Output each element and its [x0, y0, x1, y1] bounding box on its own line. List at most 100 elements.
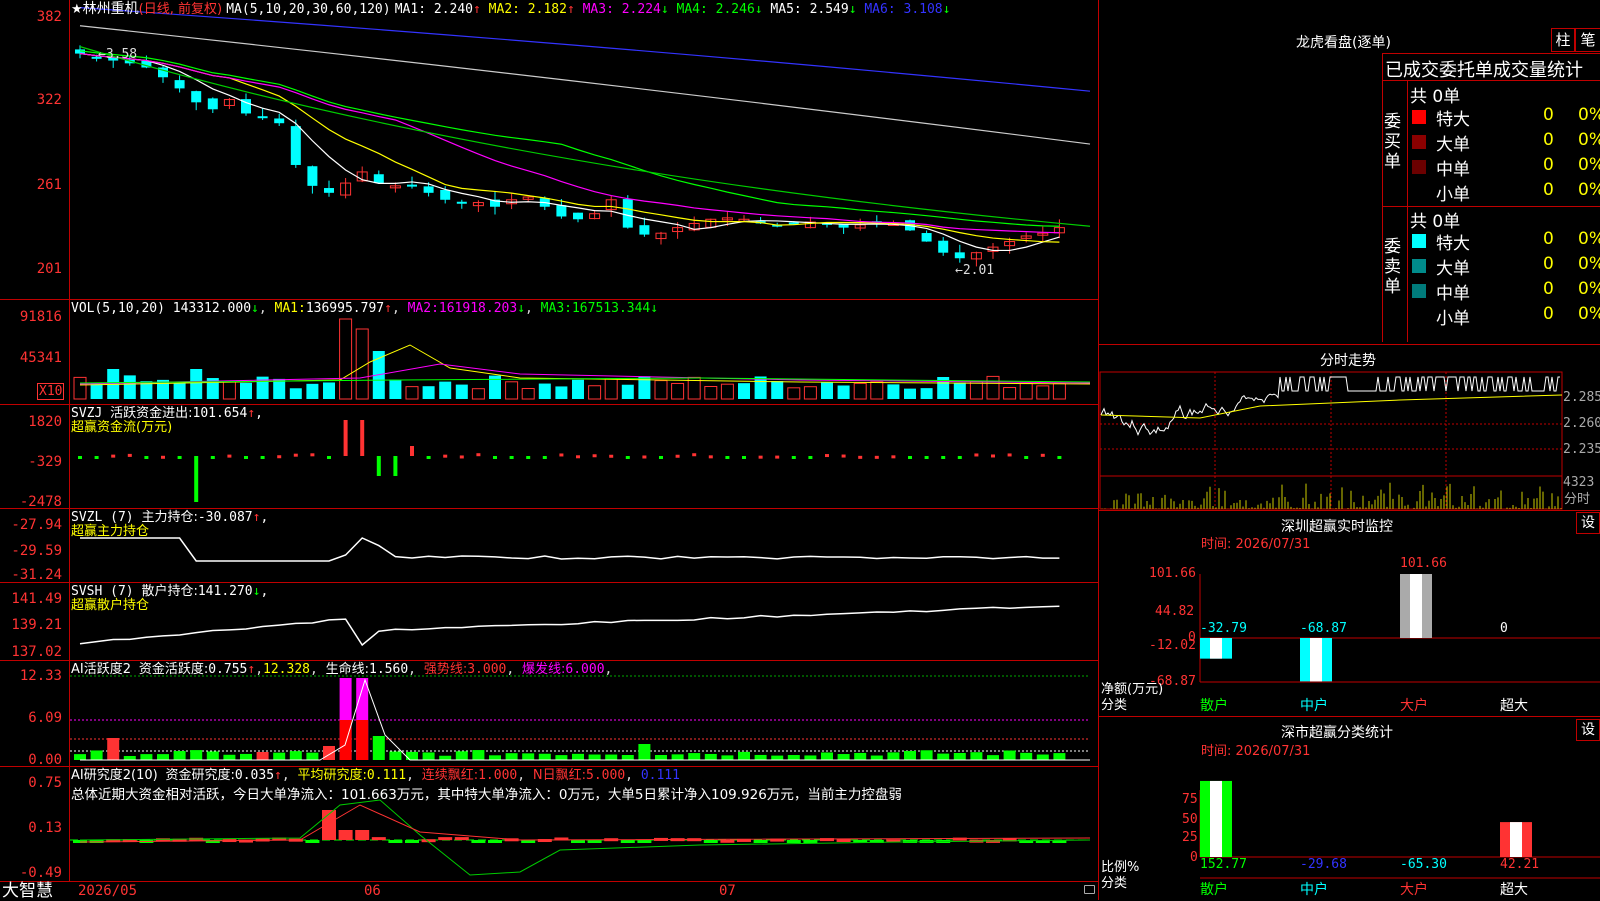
active-bar: [1036, 754, 1049, 760]
kline-chart[interactable]: [0, 0, 1098, 900]
research-bar: [571, 840, 585, 843]
active-bar: [837, 754, 850, 760]
active-bar: [588, 754, 601, 760]
svsh-axis-top: 141.49: [11, 591, 62, 607]
active-bar: [1003, 750, 1016, 760]
volume-bar: [738, 383, 750, 399]
sz-monitor-settings-button[interactable]: 设: [1576, 512, 1600, 534]
order-count: 0: [1543, 254, 1554, 274]
date-label-may: 2026/05: [78, 883, 138, 899]
volume-bar: [422, 386, 435, 399]
intraday-top-line: [1099, 344, 1600, 345]
volume-bar: [887, 384, 900, 399]
fund-flow-bar: [410, 446, 414, 456]
research-bar: [753, 840, 768, 843]
svzj-axis-top: 1820: [28, 414, 62, 430]
fund-flow-bar: [310, 453, 315, 457]
order-count: 0: [1543, 229, 1554, 249]
fund-flow-bar: [127, 453, 132, 457]
fund-flow-bar: [825, 454, 829, 458]
sz-stat-settings-button[interactable]: 设: [1576, 719, 1600, 741]
volume-bar: [671, 382, 685, 400]
sz-bar-highlight: [1310, 638, 1322, 682]
fund-flow-bar: [194, 456, 199, 502]
active-bar: [970, 752, 983, 760]
active-bar-overlay: [356, 720, 369, 760]
active-bar: [804, 755, 817, 760]
fund-flow-bar: [742, 456, 746, 459]
stat-category-label: 超大: [1500, 882, 1528, 898]
vol-unit-badge: X10: [37, 383, 65, 400]
fund-flow-bar: [1024, 456, 1029, 459]
active-bar: [223, 754, 236, 760]
active-bar: [323, 746, 335, 760]
research-bar: [720, 839, 735, 843]
ai-research-axis-mid: 0.13: [28, 820, 62, 836]
intraday-axis-bottom: 2.235: [1563, 442, 1600, 457]
candle-body: [274, 118, 285, 124]
fund-flow-bar: [210, 456, 215, 459]
svzj-axis-bottom: -2478: [19, 494, 62, 510]
stat-bar-highlight: [1210, 780, 1222, 857]
fund-flow-bar: [244, 456, 248, 459]
stock-name: 林州重机: [82, 1, 139, 17]
fund-flow-bar: [991, 454, 995, 458]
stat-bar: [1200, 780, 1232, 857]
fund-flow-bar: [592, 454, 597, 458]
fund-flow-bar: [758, 455, 763, 459]
fund-flow-bar: [327, 456, 331, 459]
volume-bar: [389, 379, 402, 399]
candle-body: [556, 205, 567, 217]
stat-category-label: 大户: [1400, 882, 1428, 898]
candle-body: [307, 166, 318, 186]
volume-bar: [953, 382, 966, 399]
active-bar: [74, 754, 86, 760]
column-view-button[interactable]: 柱: [1551, 28, 1575, 52]
active-bar: [273, 752, 286, 760]
active-bar: [904, 750, 916, 760]
sell-orders-label: 委卖单: [1384, 237, 1401, 297]
ratio-class-label: 分类: [1101, 876, 1128, 891]
ai-research-axis-top: 0.75: [28, 775, 62, 791]
stat-axis-25: 25: [1182, 830, 1198, 845]
order-color-swatch: [1412, 135, 1426, 149]
stat-value-label: -65.30: [1400, 857, 1447, 872]
volume-bar: [986, 375, 1000, 400]
order-size-label: 特大: [1436, 234, 1470, 254]
volume-bar: [837, 385, 850, 399]
main-holding-line: [80, 537, 1060, 562]
candle-body: [174, 80, 185, 89]
svsh-axis-mid: 139.21: [11, 617, 62, 633]
fund-flow-bar: [791, 456, 796, 459]
fund-flow-bar: [542, 456, 547, 459]
active-bar: [771, 755, 784, 760]
volume-bar: [471, 388, 485, 400]
lock-icon[interactable]: [1084, 885, 1095, 894]
fund-flow-bar: [974, 453, 979, 457]
research-bar: [637, 840, 652, 843]
active-bar: [738, 751, 750, 760]
fund-flow-bar: [443, 454, 448, 458]
stat-category-label: 中户: [1300, 882, 1328, 898]
price-axis-322: 322: [36, 92, 62, 108]
intraday-vol-max: 4323: [1563, 475, 1595, 490]
fund-flow-bar: [277, 455, 282, 459]
candle-body: [456, 201, 467, 204]
research-bar: [338, 830, 353, 840]
order-color-swatch: [1412, 185, 1426, 199]
ma4-long-line: [79, 46, 1091, 227]
vol-axis-high: 91816: [19, 309, 62, 325]
stat-value-label: 152.77: [1200, 857, 1247, 872]
fund-flow-bar: [476, 453, 481, 457]
fund-flow-bar: [841, 454, 846, 458]
active-bar: [754, 754, 767, 760]
candle-body: [938, 240, 949, 253]
candle-body: [257, 116, 268, 119]
fund-flow-bar: [924, 456, 929, 459]
sz-stat-time: 时间: 2026/07/31: [1201, 744, 1311, 759]
ai-active-axis-top: 12.33: [19, 668, 62, 684]
active-bar: [107, 738, 120, 760]
brush-view-button[interactable]: 笔: [1575, 28, 1600, 52]
order-size-label: 中单: [1436, 160, 1470, 180]
active-bar: [1053, 753, 1066, 760]
